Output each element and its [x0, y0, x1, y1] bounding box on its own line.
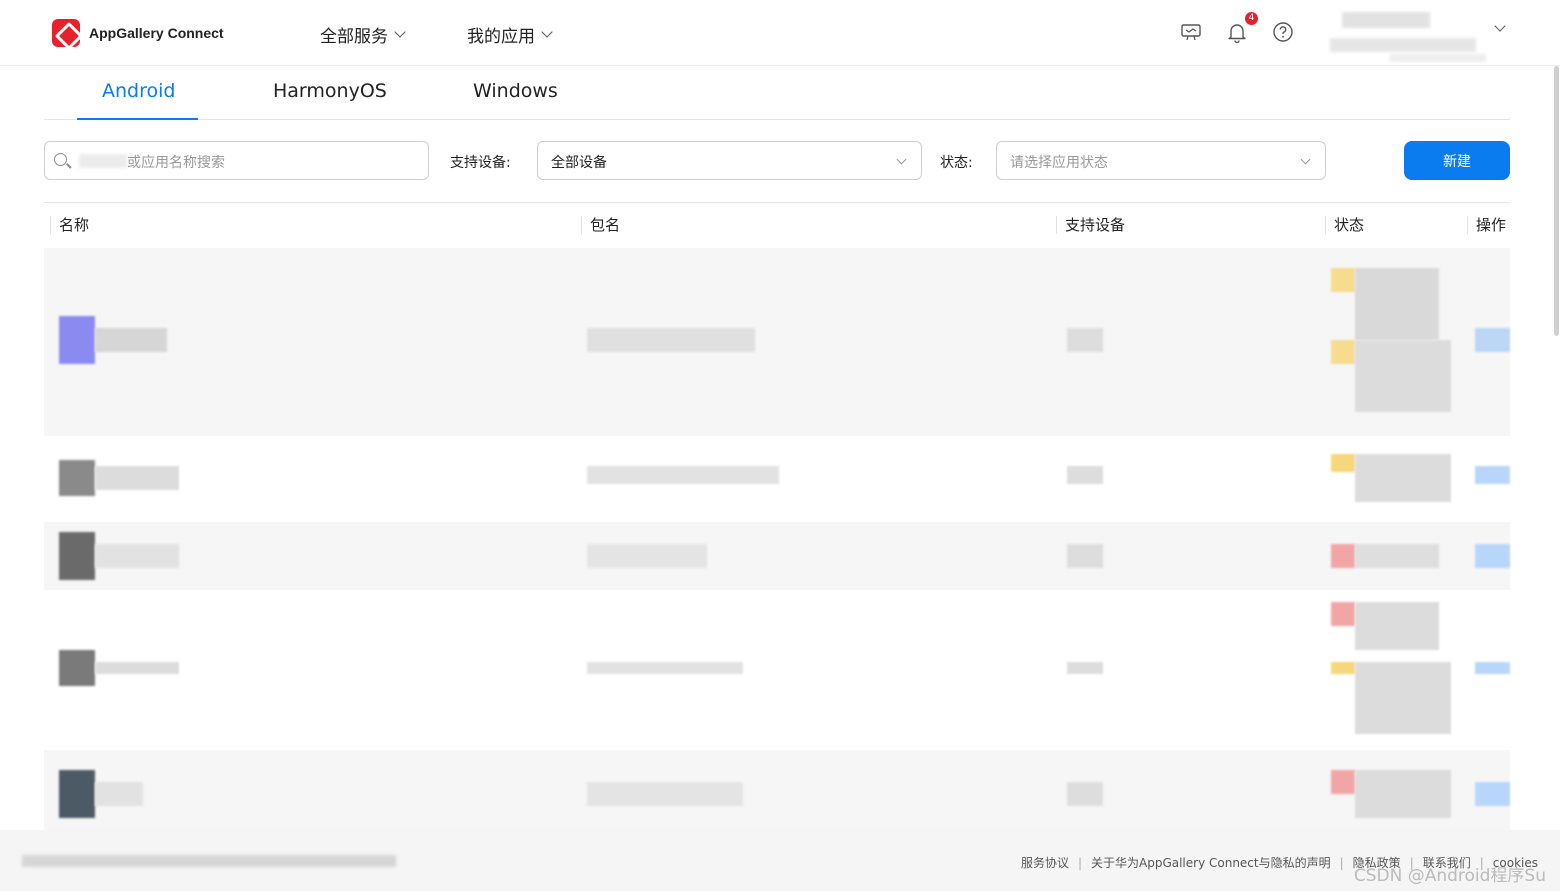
- platform-tabs: Android HarmonyOS Windows: [44, 66, 1510, 120]
- devices-redacted: [1067, 544, 1103, 568]
- tab-android[interactable]: Android: [102, 80, 175, 102]
- chevron-down-icon: [1300, 154, 1311, 165]
- status-redacted: [1355, 602, 1439, 650]
- column-header-name: 名称: [50, 216, 89, 234]
- search-icon: [54, 153, 67, 166]
- column-header-package: 包名: [581, 216, 620, 234]
- action-link[interactable]: [1475, 466, 1510, 484]
- status-dot: [1331, 602, 1355, 626]
- app-name-redacted: [95, 782, 143, 806]
- package-name-redacted: [587, 782, 743, 806]
- status-select[interactable]: 请选择应用状态: [996, 141, 1326, 180]
- status-dot: [1331, 454, 1355, 472]
- app-name: AppGallery Connect: [89, 25, 224, 41]
- watermark: CSDN @Android程序Su: [1353, 866, 1546, 886]
- chevron-down-icon: [541, 26, 553, 38]
- chevron-down-icon[interactable]: [1494, 20, 1506, 32]
- status-dot: [1331, 662, 1355, 674]
- device-filter-label: 支持设备:: [450, 155, 511, 171]
- package-name-redacted: [587, 662, 743, 674]
- status-redacted: [1355, 662, 1451, 734]
- appgallery-logo-icon: [52, 19, 80, 47]
- action-link[interactable]: [1475, 328, 1510, 352]
- user-account-menu[interactable]: [1330, 6, 1488, 64]
- menu-my-apps-label: 我的应用: [467, 27, 535, 47]
- app-table: 名称 包名 支持设备 状态 操作: [44, 202, 1510, 830]
- search-placeholder: 或应用名称搜索: [127, 155, 225, 171]
- top-bar: AppGallery Connect 全部服务 我的应用 4: [0, 0, 1560, 66]
- scrollbar-thumb[interactable]: [1554, 66, 1559, 336]
- menu-all-services[interactable]: 全部服务: [320, 22, 406, 47]
- table-row[interactable]: [44, 522, 1510, 590]
- footer-link-service-agreement[interactable]: 服务协议: [1021, 854, 1069, 871]
- devices-redacted: [1067, 662, 1103, 674]
- footer-link-privacy-statement[interactable]: 关于华为AppGallery Connect与隐私的声明: [1091, 854, 1331, 871]
- devices-redacted: [1067, 466, 1103, 484]
- notification-badge: 4: [1245, 12, 1258, 25]
- app-icon: [59, 770, 95, 818]
- page-footer: 服务协议 | 关于华为AppGallery Connect与隐私的声明 | 隐私…: [0, 830, 1560, 891]
- devices-redacted: [1067, 782, 1103, 806]
- status-dot: [1331, 268, 1355, 292]
- action-link[interactable]: [1475, 782, 1510, 806]
- app-icon: [59, 460, 95, 496]
- action-link[interactable]: [1475, 662, 1510, 674]
- active-tab-indicator: [77, 118, 198, 120]
- status-redacted: [1355, 454, 1451, 502]
- app-icon: [59, 650, 95, 686]
- chevron-down-icon: [394, 26, 406, 38]
- app-icon: [59, 532, 95, 580]
- column-header-devices: 支持设备: [1056, 216, 1125, 234]
- status-select-placeholder: 请选择应用状态: [1010, 155, 1108, 171]
- status-dot: [1331, 340, 1355, 364]
- status-dot: [1331, 544, 1355, 568]
- support-icon[interactable]: [1180, 21, 1202, 43]
- table-row[interactable]: [44, 436, 1510, 522]
- table-header: 名称 包名 支持设备 状态 操作: [44, 203, 1510, 248]
- bell-icon[interactable]: [1226, 21, 1248, 43]
- status-redacted: [1355, 770, 1451, 818]
- tab-windows[interactable]: Windows: [473, 80, 558, 102]
- action-link[interactable]: [1475, 544, 1510, 568]
- column-header-actions: 操作: [1467, 216, 1506, 234]
- column-header-status: 状态: [1325, 216, 1364, 234]
- app-name-redacted: [95, 662, 179, 674]
- app-name-redacted: [95, 544, 179, 568]
- table-row[interactable]: [44, 248, 1510, 436]
- filter-bar: 或应用名称搜索 支持设备: 全部设备 状态: 请选择应用状态 新建: [44, 141, 1510, 181]
- package-name-redacted: [587, 328, 755, 352]
- menu-my-apps[interactable]: 我的应用: [467, 22, 553, 47]
- devices-redacted: [1067, 328, 1103, 352]
- app-name-redacted: [95, 466, 179, 490]
- search-input[interactable]: 或应用名称搜索: [44, 141, 429, 180]
- app-logo[interactable]: AppGallery Connect: [52, 19, 224, 47]
- package-name-redacted: [587, 466, 779, 484]
- menu-all-services-label: 全部服务: [320, 27, 388, 47]
- status-redacted: [1355, 544, 1439, 568]
- copyright-redacted: [22, 855, 396, 867]
- device-select-value: 全部设备: [551, 155, 607, 171]
- status-redacted: [1355, 268, 1439, 340]
- app-icon: [59, 316, 95, 364]
- status-redacted: [1355, 340, 1451, 412]
- table-row[interactable]: [44, 750, 1510, 830]
- help-icon[interactable]: [1272, 21, 1294, 43]
- package-name-redacted: [587, 544, 707, 568]
- chevron-down-icon: [896, 154, 907, 165]
- app-name-redacted: [95, 328, 167, 352]
- table-row[interactable]: [44, 590, 1510, 750]
- tab-harmonyos[interactable]: HarmonyOS: [273, 80, 387, 102]
- status-dot: [1331, 770, 1355, 794]
- status-filter-label: 状态:: [940, 155, 973, 171]
- new-app-button[interactable]: 新建: [1404, 141, 1510, 180]
- device-select[interactable]: 全部设备: [537, 141, 922, 180]
